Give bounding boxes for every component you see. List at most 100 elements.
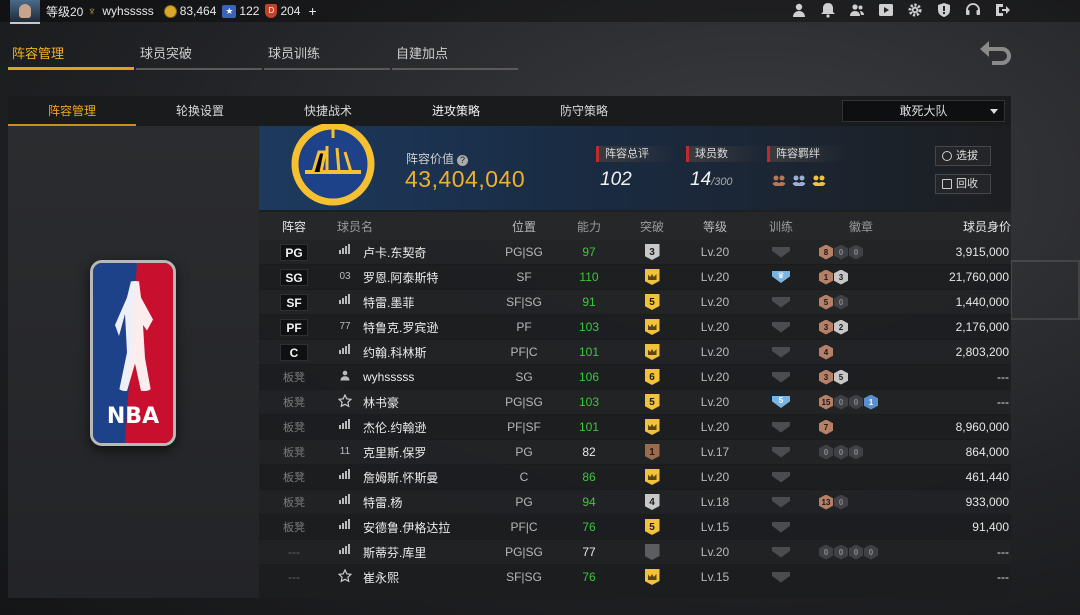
badges-cell[interactable]: 000 (817, 444, 903, 460)
training-cell[interactable]: ♛ (745, 271, 817, 283)
table-row[interactable]: 板凳 特雷.杨 PG 94 4 Lv.18 13 0 933,000 (259, 490, 1011, 515)
player-name-cell[interactable]: 卢卡.东契奇 (329, 244, 489, 261)
table-row[interactable]: PF 77 特鲁克.罗宾逊 PF 103 Lv.20 3 2 2,176,000 (259, 315, 1011, 340)
subtab-defense-strategy[interactable]: 防守策略 (520, 96, 648, 126)
select-button[interactable]: 选拔 (935, 146, 991, 166)
col-level[interactable]: 等级 (685, 218, 745, 235)
subtab-rotation[interactable]: 轮换设置 (136, 96, 264, 126)
badges-cell[interactable]: 0000 (817, 544, 903, 560)
recycle-button[interactable]: 回收 (935, 174, 991, 194)
player-name-cell[interactable]: 约翰.科林斯 (329, 344, 489, 361)
player-name-cell[interactable]: 崔永熙 (329, 568, 489, 586)
subtab-offense-strategy[interactable]: 进攻策略 (392, 96, 520, 126)
lineup-panel: 阵容管理 轮换设置 快捷战术 进攻策略 防守策略 敢死大队 NBA 阵容价值? … (8, 96, 1011, 598)
player-name-cell[interactable]: 特雷.杨 (329, 494, 489, 511)
player-level: Lv.20 (700, 470, 730, 484)
table-row[interactable]: C 约翰.科林斯 PF|C 101 Lv.20 4 2,803,200 (259, 340, 1011, 365)
table-row[interactable]: 板凳 杰伦.约翰逊 PF|SF 101 Lv.20 7 8,960,000 (259, 415, 1011, 440)
player-name-cell[interactable]: 77 特鲁克.罗宾逊 (329, 319, 489, 336)
training-cell[interactable] (745, 421, 817, 433)
table-row[interactable]: 板凳 wyhsssss SG 106 6 Lv.20 3 5 --- (259, 365, 1011, 390)
shield-icon[interactable] (936, 2, 952, 18)
person-icon (337, 369, 353, 385)
col-value[interactable]: 球员身价 (903, 218, 1011, 235)
col-breakthrough[interactable]: 突破 (619, 218, 685, 235)
player-value: 933,000 (965, 495, 1009, 509)
player-name-cell[interactable]: 11 克里斯.保罗 (329, 444, 489, 461)
table-row[interactable]: SG 03 罗恩.阿泰斯特 SF 110 Lv.20 ♛ 1 3 21,760,000 (259, 265, 1011, 290)
training-cell[interactable] (745, 571, 817, 583)
position-tag: SF (280, 293, 308, 311)
subtab-lineup[interactable]: 阵容管理 (8, 96, 136, 126)
add-currency-button[interactable]: + (308, 3, 316, 19)
player-name-cell[interactable]: 安德鲁.伊格达拉 (329, 519, 489, 536)
player-name-cell[interactable]: 詹姆斯.怀斯曼 (329, 469, 489, 486)
tab-lineup-management[interactable]: 阵容管理 (8, 42, 134, 70)
table-row[interactable]: 板凳 詹姆斯.怀斯曼 C 86 Lv.20 461,440 (259, 465, 1011, 490)
video-icon[interactable] (878, 2, 894, 18)
user-icon[interactable] (791, 2, 807, 18)
table-row[interactable]: --- 崔永熙 SF|SG 76 Lv.15 --- (259, 565, 1011, 590)
badges-cell[interactable]: 13 (817, 269, 903, 285)
badges-cell[interactable]: 32 (817, 319, 903, 335)
col-training[interactable]: 训练 (745, 218, 817, 235)
table-row[interactable]: PG 卢卡.东契奇 PG|SG 97 3 Lv.20 8 0 0 3,915,000 (259, 240, 1011, 265)
table-row[interactable]: 板凳 安德鲁.伊格达拉 PF|C 76 5 Lv.15 91,400 (259, 515, 1011, 540)
friends-icon[interactable] (849, 2, 865, 18)
training-cell[interactable] (745, 371, 817, 383)
badges-cell[interactable]: 35 (817, 369, 903, 385)
training-cell[interactable]: 5 (745, 396, 817, 408)
star-count: 122 (239, 4, 260, 18)
training-cell[interactable] (745, 346, 817, 358)
training-cell[interactable] (745, 296, 817, 308)
player-name-cell[interactable]: 03 罗恩.阿泰斯特 (329, 269, 489, 286)
tab-player-training[interactable]: 球员训练 (264, 42, 390, 70)
bell-icon[interactable] (820, 2, 836, 18)
help-icon[interactable]: ? (457, 155, 469, 166)
col-badges[interactable]: 徽章 (817, 218, 903, 235)
player-name-cell[interactable]: 特雷.墨菲 (329, 294, 489, 311)
bench-label: 板凳 (283, 447, 305, 459)
table-row[interactable]: 板凳 林书豪 PG|SG 103 5 Lv.20 5 15 0 0 1 --- (259, 390, 1011, 415)
exit-icon[interactable] (994, 2, 1010, 18)
bond-silver-icon[interactable] (791, 171, 807, 187)
tab-custom-points[interactable]: 自建加点 (392, 42, 518, 70)
bond-bronze-icon[interactable] (771, 171, 787, 187)
gear-icon[interactable] (907, 2, 923, 18)
avatar[interactable] (10, 0, 40, 24)
training-cell[interactable] (745, 546, 817, 558)
table-row[interactable]: --- 斯蒂芬.库里 PG|SG 77 Lv.20 0 0 0 0 --- (259, 540, 1011, 565)
badges-cell[interactable]: 13 0 (817, 494, 903, 510)
breakthrough-badge: 1 (644, 444, 660, 460)
star-icon (337, 393, 353, 410)
player-name-cell[interactable]: 林书豪 (329, 393, 489, 411)
badges-cell[interactable]: 800 (817, 244, 903, 260)
training-cell[interactable] (745, 446, 817, 458)
training-cell[interactable] (745, 521, 817, 533)
player-name-cell[interactable]: 杰伦.约翰逊 (329, 419, 489, 436)
training-cell[interactable] (745, 321, 817, 333)
headset-icon[interactable] (965, 2, 981, 18)
badges-cell[interactable]: 50 (817, 294, 903, 310)
player-name-cell[interactable]: wyhsssss (329, 369, 489, 385)
training-cell[interactable] (745, 246, 817, 258)
team-select[interactable]: 敢死大队 (842, 100, 1005, 122)
bond-gold-icon[interactable] (811, 171, 827, 187)
nba-logo-icon: NBA (90, 260, 176, 446)
badges-cell[interactable]: 4 (817, 344, 903, 360)
table-row[interactable]: SF 特雷.墨菲 SF|SG 91 5 Lv.20 5 0 1,440,000 (259, 290, 1011, 315)
badges-cell[interactable]: 7 (817, 419, 903, 435)
table-row[interactable]: 板凳 11 克里斯.保罗 PG 82 1 Lv.17 0 0 0 864,000 (259, 440, 1011, 465)
player-position: PG|SG (505, 545, 543, 559)
training-cell[interactable] (745, 496, 817, 508)
col-ability[interactable]: 能力 (559, 218, 619, 235)
badges-cell[interactable]: 15 0 0 1 (817, 394, 903, 410)
player-position: PF|SF (507, 420, 541, 434)
back-icon[interactable] (980, 40, 1014, 66)
subtab-quick-tactics[interactable]: 快捷战术 (264, 96, 392, 126)
player-level: Lv.15 (700, 520, 730, 534)
tab-player-breakthrough[interactable]: 球员突破 (136, 42, 262, 70)
col-position[interactable]: 位置 (489, 218, 559, 235)
training-cell[interactable] (745, 471, 817, 483)
player-name-cell[interactable]: 斯蒂芬.库里 (329, 544, 489, 561)
